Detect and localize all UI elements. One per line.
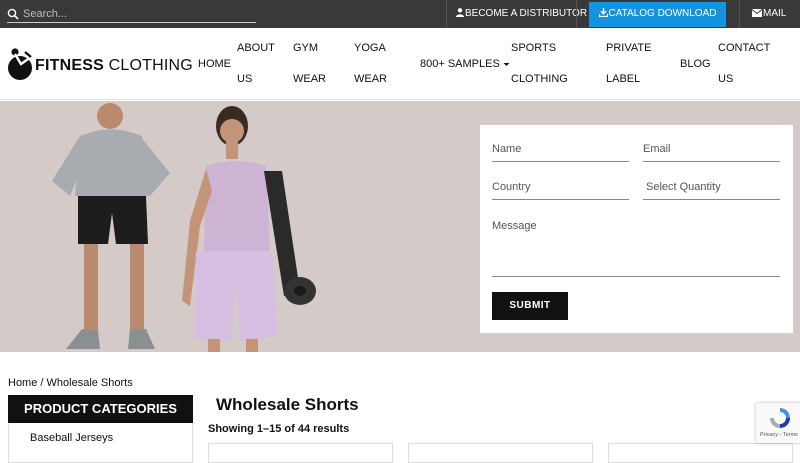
- name-field[interactable]: Name: [492, 143, 629, 162]
- nav-yoga-line1: YOGA: [354, 42, 386, 54]
- quote-form: Name Email Country Select Quantity Messa…: [480, 125, 793, 333]
- main-header: FITNESS CLOTHING HOME ABOUT US GYM WEAR YO…: [0, 28, 800, 100]
- mail-us-link[interactable]: MAIL US: [751, 0, 800, 47]
- nav-gym-line1: GYM: [293, 42, 319, 54]
- chevron-down-icon: [503, 62, 510, 66]
- results-count: Showing 1–15 of 44 results: [208, 423, 350, 435]
- logo-bold: FITNESS: [35, 57, 104, 74]
- product-categories-heading: PRODUCT CATEGORIES: [8, 395, 193, 423]
- divider: [739, 0, 740, 28]
- recaptcha-footer[interactable]: Privacy - Terms: [760, 432, 798, 438]
- product-card[interactable]: [608, 443, 793, 463]
- top-bar: Search... BECOME A DISTRIBUTOR CATALOG D…: [0, 0, 800, 47]
- nav-gym-line2: WEAR: [293, 73, 326, 85]
- recaptcha-badge[interactable]: Privacy - Terms: [756, 403, 800, 443]
- message-field[interactable]: Message: [492, 220, 780, 277]
- search-input[interactable]: Search...: [7, 6, 256, 23]
- nav-about-line2: US: [237, 73, 253, 85]
- product-card[interactable]: [208, 443, 393, 463]
- nav-yoga-line2: WEAR: [354, 73, 387, 85]
- email-field[interactable]: Email: [643, 143, 780, 162]
- quantity-select[interactable]: Select Quantity: [643, 181, 780, 200]
- breadcrumb-current: Wholesale Shorts: [46, 377, 133, 389]
- breadcrumb-separator: /: [37, 377, 47, 389]
- catalog-label: CATALOG DOWNLOAD: [608, 8, 717, 19]
- become-distributor-link[interactable]: BECOME A DISTRIBUTOR: [456, 0, 587, 28]
- nav-samples-label: 800+ SAMPLES: [420, 58, 500, 70]
- recaptcha-icon: [770, 408, 790, 428]
- hero-banner: Name Email Country Select Quantity Messa…: [0, 101, 800, 352]
- nav-sports-line2: CLOTHING: [511, 73, 568, 85]
- country-field[interactable]: Country: [492, 181, 629, 200]
- product-card[interactable]: [408, 443, 593, 463]
- divider: [576, 0, 577, 28]
- nav-yoga-wear[interactable]: YOGA WEAR: [354, 33, 387, 95]
- nav-about-line1: ABOUT: [237, 42, 275, 54]
- nav-contact-line2: US: [718, 73, 734, 85]
- breadcrumb-home[interactable]: Home: [8, 377, 37, 389]
- nav-contact-line1: CONTACT: [718, 42, 771, 54]
- logo-light: CLOTHING: [103, 57, 193, 74]
- mail-icon: [751, 9, 763, 17]
- download-icon: [598, 8, 608, 18]
- nav-blog[interactable]: BLOG: [680, 49, 711, 80]
- nav-contact-us[interactable]: CONTACT US: [718, 33, 770, 95]
- logo-text[interactable]: FITNESS CLOTHING: [35, 57, 193, 75]
- user-icon: [456, 8, 464, 17]
- nav-sports-clothing[interactable]: SPORTS CLOTHING: [511, 33, 568, 95]
- nav-private-line1: PRIVATE: [606, 42, 652, 54]
- nav-gym-wear[interactable]: GYM WEAR: [293, 33, 326, 95]
- divider: [446, 0, 447, 28]
- distributor-label: BECOME A DISTRIBUTOR: [465, 8, 588, 19]
- category-item-baseball-jerseys[interactable]: Baseball Jerseys: [30, 432, 113, 444]
- nav-sports-line1: SPORTS: [511, 42, 557, 54]
- nav-home[interactable]: HOME: [198, 49, 231, 80]
- submit-button[interactable]: SUBMIT: [492, 292, 568, 320]
- search-icon: [7, 8, 19, 20]
- nav-about-us[interactable]: ABOUT US: [237, 33, 275, 95]
- nav-private-line2: LABEL: [606, 73, 641, 85]
- catalog-download-button[interactable]: CATALOG DOWNLOAD: [589, 2, 726, 27]
- search-placeholder: Search...: [23, 8, 68, 20]
- nav-samples[interactable]: 800+ SAMPLES: [420, 49, 510, 80]
- logo-icon[interactable]: [7, 48, 35, 82]
- hero-models-image: [52, 103, 316, 352]
- page-title: Wholesale Shorts: [216, 395, 359, 414]
- nav-private-label[interactable]: PRIVATE LABEL: [606, 33, 651, 95]
- breadcrumb: Home / Wholesale Shorts: [8, 377, 133, 389]
